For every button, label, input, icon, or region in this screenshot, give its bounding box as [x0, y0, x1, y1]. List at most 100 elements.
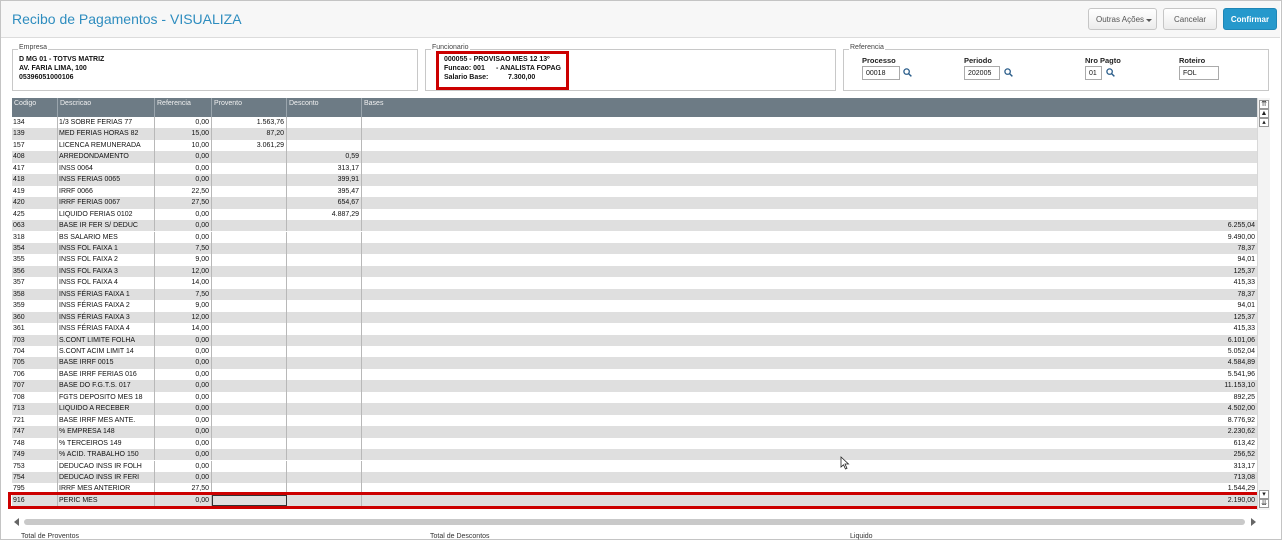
- cell-desconto[interactable]: [287, 300, 362, 312]
- table-row[interactable]: 361 INSS FÉRIAS FAIXA 4 14,00 415,33: [12, 323, 1257, 335]
- cell-descricao[interactable]: MED FERIAS HORAS 82: [58, 128, 155, 140]
- cell-referencia[interactable]: 15,00: [155, 128, 212, 140]
- cell-desconto[interactable]: [287, 460, 362, 472]
- cell-codigo[interactable]: 358: [12, 288, 58, 301]
- scroll-thumb[interactable]: [24, 519, 1245, 525]
- cell-provento[interactable]: [212, 449, 287, 461]
- cell-bases[interactable]: 2.230,62: [362, 426, 1257, 437]
- cell-referencia[interactable]: 0,00: [155, 174, 212, 186]
- cell-descricao[interactable]: DEDUCAO INSS IR FOLH: [58, 460, 155, 472]
- cell-desconto[interactable]: 399,91: [287, 174, 362, 186]
- vertical-scrollbar[interactable]: ⇈ ▲ ▴ ▾ ⇊: [1257, 98, 1270, 510]
- cell-desconto[interactable]: 395,47: [287, 185, 362, 198]
- cell-referencia[interactable]: 0,00: [155, 231, 212, 243]
- cell-bases[interactable]: 892,25: [362, 392, 1257, 403]
- cell-provento[interactable]: [212, 323, 287, 335]
- cell-provento[interactable]: [212, 185, 287, 198]
- processo-field[interactable]: 00018: [862, 66, 900, 80]
- cell-descricao[interactable]: ARREDONDAMENTO: [58, 151, 155, 163]
- header-desconto[interactable]: Desconto: [287, 98, 362, 117]
- cell-codigo[interactable]: 748: [12, 437, 58, 450]
- cell-referencia[interactable]: 22,50: [155, 185, 212, 198]
- cell-codigo[interactable]: 703: [12, 334, 58, 346]
- cell-referencia[interactable]: 0,00: [155, 117, 212, 129]
- cell-desconto[interactable]: [287, 139, 362, 152]
- cell-desconto[interactable]: [287, 471, 362, 484]
- scroll-down-icon[interactable]: ▾: [1259, 490, 1269, 499]
- cell-provento[interactable]: [212, 277, 287, 289]
- header-bases[interactable]: Bases: [362, 98, 1257, 117]
- cell-codigo[interactable]: 705: [12, 357, 58, 369]
- cell-referencia[interactable]: 0,00: [155, 334, 212, 346]
- cell-referencia[interactable]: 9,00: [155, 254, 212, 266]
- table-row[interactable]: 417 INSS 0064 0,00 313,17: [12, 162, 1257, 175]
- cell-referencia[interactable]: 12,00: [155, 311, 212, 324]
- scroll-bottom-icon[interactable]: ⇊: [1259, 499, 1269, 508]
- table-row[interactable]: 357 INSS FOL FAIXA 4 14,00 415,33: [12, 277, 1257, 289]
- cell-bases[interactable]: 78,37: [362, 289, 1257, 300]
- cell-codigo[interactable]: 063: [12, 220, 58, 232]
- cell-referencia[interactable]: 0,00: [155, 380, 212, 392]
- cell-bases[interactable]: 9.490,00: [362, 232, 1257, 243]
- cell-desconto[interactable]: 4.887,29: [287, 208, 362, 221]
- cell-bases[interactable]: [362, 151, 1257, 162]
- cell-codigo[interactable]: 747: [12, 426, 58, 438]
- table-row[interactable]: 408 ARREDONDAMENTO 0,00 0,59: [12, 151, 1257, 163]
- cell-provento[interactable]: [212, 380, 287, 392]
- cell-descricao[interactable]: LIQUIDO A RECEBER: [58, 403, 155, 415]
- cell-provento[interactable]: [212, 162, 287, 175]
- cell-bases[interactable]: 713,08: [362, 472, 1257, 483]
- outras-acoes-button[interactable]: Outras Ações: [1088, 8, 1157, 30]
- cell-descricao[interactable]: LICENCA REMUNERADA: [58, 139, 155, 152]
- cell-provento[interactable]: [212, 231, 287, 243]
- header-referencia[interactable]: Referencia: [155, 98, 212, 117]
- cell-provento[interactable]: [212, 220, 287, 232]
- cell-referencia[interactable]: 0,00: [155, 357, 212, 369]
- cell-codigo[interactable]: 753: [12, 460, 58, 472]
- cell-provento[interactable]: 1.563,76: [212, 117, 287, 129]
- cell-provento[interactable]: [212, 242, 287, 255]
- cell-desconto[interactable]: [287, 380, 362, 392]
- cell-codigo[interactable]: 356: [12, 265, 58, 278]
- cell-desconto[interactable]: [287, 242, 362, 255]
- table-row[interactable]: 749% ACID. TRABALHO 150 0,00 256,52: [12, 449, 1257, 461]
- cell-desconto[interactable]: [287, 311, 362, 324]
- search-icon[interactable]: [1106, 68, 1115, 77]
- cell-bases[interactable]: 5.541,96: [362, 369, 1257, 380]
- cell-codigo[interactable]: 355: [12, 254, 58, 266]
- cell-descricao[interactable]: BS SALARIO MES: [58, 231, 155, 243]
- cell-codigo[interactable]: 417: [12, 162, 58, 175]
- table-row[interactable]: 705 BASE IRRF 0015 0,00 4.584,89: [12, 357, 1257, 369]
- roteiro-field[interactable]: FOL: [1179, 66, 1219, 80]
- cell-bases[interactable]: 415,33: [362, 323, 1257, 334]
- cell-codigo[interactable]: 418: [12, 174, 58, 186]
- nro-pagto-field[interactable]: 01: [1085, 66, 1102, 80]
- cell-descricao[interactable]: INSS FÉRIAS FAIXA 2: [58, 300, 155, 312]
- table-row[interactable]: 420 IRRF FERIAS 0067 27,50 654,67: [12, 197, 1257, 209]
- cell-referencia[interactable]: 0,00: [155, 391, 212, 404]
- table-row[interactable]: 355 INSS FOL FAIXA 2 9,00 94,01: [12, 254, 1257, 266]
- table-row[interactable]: 360 INSS FÉRIAS FAIXA 3 12,00 125,37: [12, 311, 1257, 324]
- cell-codigo[interactable]: 359: [12, 300, 58, 312]
- cell-bases[interactable]: [362, 209, 1257, 220]
- header-provento[interactable]: Provento: [212, 98, 287, 117]
- cell-codigo[interactable]: 713: [12, 403, 58, 415]
- cell-provento[interactable]: [212, 471, 287, 484]
- cell-descricao[interactable]: DEDUCAO INSS IR FERI: [58, 471, 155, 484]
- cell-provento[interactable]: [212, 357, 287, 369]
- cell-codigo[interactable]: 139: [12, 128, 58, 140]
- cell-codigo[interactable]: 360: [12, 311, 58, 324]
- cell-referencia[interactable]: 0,00: [155, 220, 212, 232]
- cell-codigo[interactable]: 708: [12, 391, 58, 404]
- cell-provento[interactable]: [212, 174, 287, 186]
- table-row[interactable]: 748% TERCEIROS 149 0,00 613,42: [12, 437, 1257, 450]
- cell-provento[interactable]: [212, 197, 287, 209]
- cell-desconto[interactable]: [287, 357, 362, 369]
- header-descricao[interactable]: Descricao: [58, 98, 155, 117]
- cell-referencia[interactable]: 0,00: [155, 151, 212, 163]
- cell-descricao[interactable]: BASE IRRF MES ANTE.: [58, 414, 155, 427]
- cell-provento[interactable]: [212, 346, 287, 358]
- cell-descricao[interactable]: INSS FÉRIAS FAIXA 4: [58, 323, 155, 335]
- cell-referencia[interactable]: 14,00: [155, 277, 212, 289]
- cell-descricao[interactable]: BASE IRRF 0015: [58, 357, 155, 369]
